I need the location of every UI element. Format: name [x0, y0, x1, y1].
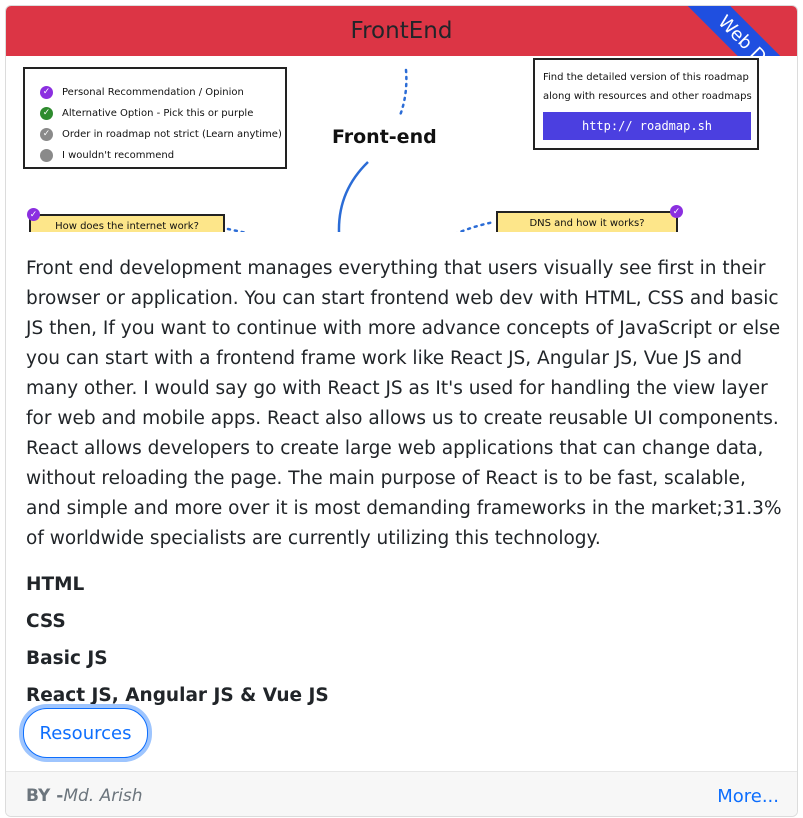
- roadmap-card: FrontEnd Web Dev ✓ Personal Recommendati…: [5, 5, 798, 817]
- card-body: Front end development manages everything…: [26, 254, 786, 714]
- topic-list: HTML CSS Basic JS React JS, Angular JS &…: [26, 566, 786, 714]
- legend-label: Order in roadmap not strict (Learn anyti…: [62, 128, 282, 140]
- roadmap-node-dns: ✓ DNS and how it works?: [496, 205, 683, 232]
- card-description: Front end development manages everything…: [26, 258, 782, 549]
- node-label: DNS and how it works?: [529, 217, 645, 229]
- roadmap-image: ✓ Personal Recommendation / Opinion ✓ Al…: [6, 56, 797, 232]
- legend-item: I wouldn't recommend: [40, 146, 174, 164]
- legend-label: Alternative Option - Pick this or purple: [62, 107, 254, 119]
- author-prefix: BY -: [26, 786, 64, 806]
- card-footer: BY -Md. Arish More...: [6, 771, 797, 816]
- roadmap-title: Front-end: [332, 126, 437, 148]
- roadmap-node-internet: ✓ How does the internet work?: [27, 208, 225, 232]
- info-line: along with resources and other roadmaps: [543, 91, 752, 102]
- card-title: FrontEnd: [350, 18, 453, 44]
- check-icon: ✓: [670, 205, 683, 218]
- roadmap-link: http:// roadmap.sh: [543, 112, 751, 140]
- topic-item: HTML: [26, 574, 85, 595]
- author-name: Md. Arish: [63, 786, 143, 806]
- info-line: Find the detailed version of this roadma…: [543, 72, 749, 83]
- roadmap-legend: ✓ Personal Recommendation / Opinion ✓ Al…: [23, 67, 287, 169]
- author-credit: BY -Md. Arish: [26, 786, 143, 806]
- legend-item: ✓ Order in roadmap not strict (Learn any…: [40, 125, 282, 143]
- circle-icon: [40, 148, 53, 162]
- check-icon: ✓: [40, 85, 53, 99]
- topic-item: CSS: [26, 611, 66, 632]
- legend-item: ✓ Personal Recommendation / Opinion: [40, 83, 244, 101]
- node-label: How does the internet work?: [55, 220, 199, 232]
- legend-item: ✓ Alternative Option - Pick this or purp…: [40, 104, 253, 122]
- check-icon: ✓: [27, 208, 40, 221]
- topic-item: React JS, Angular JS & Vue JS: [26, 685, 329, 706]
- resources-button[interactable]: Resources: [23, 708, 148, 758]
- check-icon: ✓: [40, 127, 53, 141]
- legend-label: I wouldn't recommend: [62, 149, 175, 161]
- check-icon: ✓: [40, 106, 53, 120]
- more-link[interactable]: More...: [717, 786, 779, 807]
- topic-item: Basic JS: [26, 648, 108, 669]
- roadmap-info-box: Find the detailed version of this roadma…: [533, 58, 759, 150]
- legend-label: Personal Recommendation / Opinion: [62, 86, 244, 98]
